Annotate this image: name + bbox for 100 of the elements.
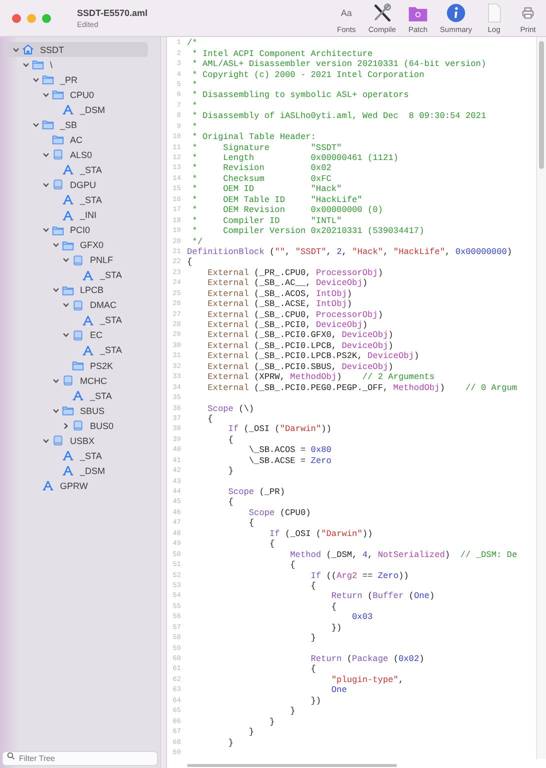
chevron-icon[interactable] [52,406,60,415]
tripod-icon [62,465,74,476]
chevron-icon[interactable] [52,286,60,294]
tree-item[interactable]: _STA [6,162,148,178]
chevron-icon[interactable] [62,256,70,264]
code-line: Scope (\) [206,404,254,414]
code-line: * Length 0x00000461 (1121) [191,153,398,164]
code-line: { [310,664,316,674]
tree-item[interactable]: _STA [6,268,148,283]
chevron-icon[interactable] [22,60,30,69]
code-line: * Compiler Version 0x20210331 (539034417) [191,226,424,236]
code-line: * [191,122,198,132]
tree-item[interactable]: PNLF [6,252,148,268]
device-icon [72,254,84,266]
tree-item[interactable]: PCI0 [6,222,148,238]
tree-item[interactable]: _DSM [6,463,148,478]
code-line: * Signature "SSDT" [191,142,342,153]
code-line: } [227,738,234,748]
tree-item[interactable]: PS2K [6,358,148,374]
chevron-icon[interactable] [62,422,70,430]
code-line: } [268,716,275,727]
tripod-icon [82,270,94,281]
tree-item[interactable]: EC [6,328,148,343]
code-line: External (_SB_.PCI0.SBUS, DeviceObj) [206,362,394,372]
tree-item[interactable]: BUS0 [6,418,148,434]
tree-item[interactable]: MCHC [6,373,148,388]
tree-item[interactable]: GFX0 [6,238,148,253]
folder-icon [52,224,64,236]
tree-item[interactable]: _INI [6,208,148,223]
code-line: * Original Table Header: [191,132,316,142]
code-line: * Revision 0x02 [191,163,332,174]
close-button[interactable] [12,14,21,22]
tree-item[interactable]: _STA [6,312,148,328]
code-line: \_SB.ACOS = 0x80 [248,445,332,456]
folder-icon [42,74,54,86]
tree-item[interactable]: SBUS [6,403,148,418]
chevron-icon[interactable] [62,331,70,340]
chevron-icon[interactable] [42,90,50,99]
code-editor[interactable] [167,37,546,768]
chevron-icon[interactable] [52,376,60,385]
tree-item[interactable]: _STA [6,342,148,358]
code-line: External (_PR_.CPU0, ProcessorObj) [206,268,383,278]
code-line: }) [310,696,322,706]
chevron-icon[interactable] [52,241,60,250]
tree-item[interactable]: GPRW [6,478,148,494]
code-line: * Compiler ID "INTL" [191,216,342,226]
code-line: * Disassembling to symbolic ASL+ operators [191,90,409,100]
chevron-icon[interactable] [32,76,40,84]
code-line: External (_SB_.PCI0.PEG0.PEGP._OFF, MethodObj) // 0 Argum [206,382,518,393]
chevron-icon[interactable] [42,180,50,189]
tree-item[interactable]: _STA [6,388,148,404]
folder-icon [52,134,64,146]
tree-item[interactable]: USBX [6,433,148,448]
code-line: External (_SB_.CPU0, ProcessorObj) [206,310,383,320]
tree-item[interactable]: DGPU [6,177,148,192]
code-line: 0x03 [351,612,373,622]
chevron-icon[interactable] [62,301,70,310]
code-line: If (_OSI ("Darwin")) [227,424,332,434]
chevron-icon[interactable] [32,120,40,129]
chevron-icon[interactable] [42,226,50,234]
scrollbar[interactable] [187,764,397,767]
folder-icon [72,360,84,371]
folder-icon [62,240,74,251]
code-line: { [227,497,234,508]
code-line: One [330,685,347,696]
tree-item[interactable]: \ [6,57,148,72]
tree-item[interactable]: CPU0 [6,87,148,102]
device-icon [72,420,84,432]
code-line: External (_SB_.AC__, DeviceObj) [206,278,368,288]
code-line: External (XPRW, MethodObj) // 2 Arguments [206,372,435,382]
tree-item[interactable]: _PR [6,72,148,88]
tree-item[interactable]: _STA [6,192,148,208]
tree-item[interactable]: _SB [6,117,148,132]
filter-field[interactable]: Filter Tree [2,751,158,766]
code-line: /* [187,38,198,48]
tripod-icon [62,194,74,206]
code-line: DefinitionBlock ("", "SSDT", 2, "Hack", "HackLife", 0x00000000) [187,246,512,257]
chevron-icon[interactable] [12,46,20,54]
code-line: * AML/ASL+ Disassembler version 20210331 (64-bit version) [191,59,486,70]
code-line: External (_SB_.PCI0.LPCB, DeviceObj) [206,340,394,351]
code-line: * OEM Revision 0x00000000 (0) [191,205,383,216]
device-icon [62,375,74,386]
folder-icon [62,284,74,296]
scrollbar[interactable] [536,37,546,759]
code-line: If ((Arg2 == Zero)) [310,570,409,581]
tree-item[interactable]: SSDT [6,42,148,58]
tree-item[interactable]: LPCB [6,282,148,298]
code-line: * OEM Table ID "HackLife" [191,194,362,205]
tree-item[interactable]: DMAC [6,298,148,313]
tree-item[interactable]: _STA [6,448,148,464]
code-line: * Checksum 0xFC [191,174,332,184]
chevron-icon[interactable] [42,436,50,445]
code-line: { [289,560,296,570]
chevron-icon[interactable] [42,150,50,159]
device-icon [72,300,84,311]
tree-item[interactable]: _DSM [6,102,148,118]
tree-item[interactable]: AC [6,132,148,148]
tripod-icon [82,314,94,326]
tree-item[interactable]: ALS0 [6,147,148,162]
code-line: External (_SB_.PCI0.GFX0, DeviceObj) [206,330,394,340]
